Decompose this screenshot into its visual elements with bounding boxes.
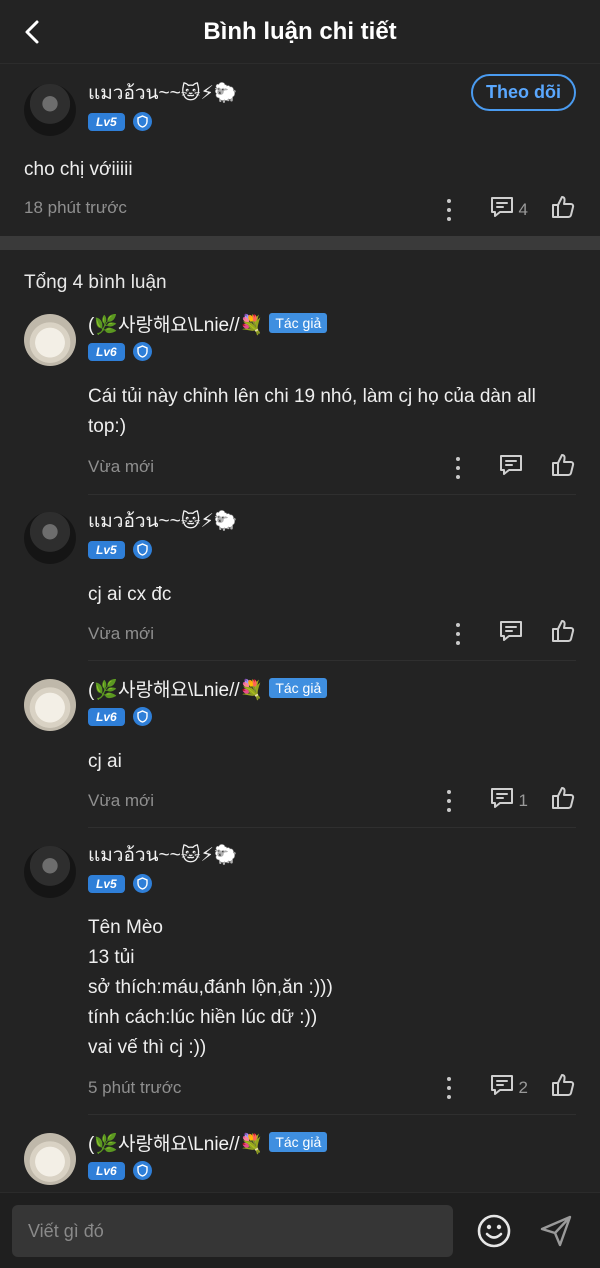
divider xyxy=(88,1114,576,1115)
comment-line: cj ai xyxy=(88,751,122,772)
comment-time: Vừa mới xyxy=(88,624,154,643)
divider xyxy=(88,660,576,661)
username[interactable]: แมวอ้วน~~🐱⚡🐑 xyxy=(88,506,238,536)
reply-count: 1 xyxy=(518,790,528,810)
section-divider xyxy=(0,236,600,250)
more-options-button[interactable] xyxy=(439,198,459,221)
comment-time: 18 phút trước xyxy=(24,198,127,217)
reply-button[interactable] xyxy=(498,618,528,649)
comment-line: Cái tủi này chỉnh lên chi 19 nhó, làm cj… xyxy=(88,386,536,407)
comment-composer xyxy=(0,1192,600,1268)
level-badge: Lv6 xyxy=(88,707,125,726)
shield-icon xyxy=(132,540,152,559)
divider xyxy=(88,827,576,828)
comment-line: 13 tủi xyxy=(88,947,135,968)
comment-icon xyxy=(489,1072,515,1103)
author-badge: Tác giả xyxy=(269,313,328,333)
level-badge: Lv5 xyxy=(88,874,125,893)
author-badge: Tác giả xyxy=(269,678,328,698)
reply-button[interactable]: 1 xyxy=(489,785,528,816)
like-button[interactable] xyxy=(550,618,576,649)
comment-line: tính cách:lúc hiền lúc dữ :)) xyxy=(88,1007,318,1028)
more-options-button[interactable] xyxy=(439,1076,459,1099)
more-options-button[interactable] xyxy=(448,456,468,479)
avatar[interactable] xyxy=(24,84,76,136)
level-badge: Lv5 xyxy=(88,112,125,131)
more-dots-icon xyxy=(439,789,459,812)
comment-icon xyxy=(489,785,515,816)
like-icon xyxy=(550,618,576,649)
comment-text: cho chị vớiiiii xyxy=(24,159,133,180)
avatar[interactable] xyxy=(24,1133,76,1185)
comment-text: cj ai xyxy=(88,747,122,777)
comment-time: 5 phút trước xyxy=(88,1078,182,1097)
username[interactable]: แมวอ้วน~~🐱⚡🐑 xyxy=(88,78,238,108)
shield-icon xyxy=(132,112,152,131)
author-badge: Tác giả xyxy=(269,1132,328,1152)
comment-text: Tên Mèo 13 tủi sở thích:máu,đánh lộn,ăn … xyxy=(88,913,333,1063)
comment-line: top:) xyxy=(88,416,127,437)
shield-icon xyxy=(132,1161,152,1180)
more-dots-icon xyxy=(439,198,459,221)
like-button[interactable] xyxy=(550,194,576,225)
username[interactable]: แมวอ้วน~~🐱⚡🐑 xyxy=(88,840,238,870)
username[interactable]: (🌿사랑해요\Lnie//💐 xyxy=(88,675,263,702)
comment-time: Vừa mới xyxy=(88,457,154,476)
like-icon xyxy=(550,1072,576,1103)
follow-button[interactable]: Theo dõi xyxy=(471,74,576,111)
avatar[interactable] xyxy=(24,314,76,366)
send-icon[interactable] xyxy=(538,1213,574,1249)
username[interactable]: (🌿사랑해요\Lnie//💐 xyxy=(88,310,263,337)
more-dots-icon xyxy=(448,622,468,645)
comment-input[interactable] xyxy=(12,1205,453,1257)
comment-line: cj ai cx đc xyxy=(88,584,172,605)
level-badge: Lv6 xyxy=(88,1161,125,1180)
reply-count: 4 xyxy=(518,199,528,219)
back-arrow-icon[interactable] xyxy=(14,14,50,50)
more-dots-icon xyxy=(448,456,468,479)
comment-line: vai vế thì cj :)) xyxy=(88,1037,207,1058)
shield-icon xyxy=(132,707,152,726)
like-button[interactable] xyxy=(550,785,576,816)
top-bar: Bình luận chi tiết xyxy=(0,0,600,64)
comment-text: cj ai cx đc xyxy=(88,580,171,610)
level-badge: Lv5 xyxy=(88,540,125,559)
comment-icon xyxy=(489,194,515,225)
reply-button[interactable]: 4 xyxy=(489,194,528,225)
avatar[interactable] xyxy=(24,846,76,898)
avatar[interactable] xyxy=(24,679,76,731)
reply-count: 2 xyxy=(518,1077,528,1097)
comment-icon xyxy=(498,452,524,483)
like-button[interactable] xyxy=(550,1072,576,1103)
comment-line: Tên Mèo xyxy=(88,917,163,938)
like-icon xyxy=(550,452,576,483)
comment-time: Vừa mới xyxy=(88,791,154,810)
level-badge: Lv6 xyxy=(88,342,125,361)
shield-icon xyxy=(132,342,152,361)
shield-icon xyxy=(132,874,152,893)
username[interactable]: (🌿사랑해요\Lnie//💐 xyxy=(88,1129,263,1156)
avatar[interactable] xyxy=(24,512,76,564)
comment-icon xyxy=(498,618,524,649)
like-icon xyxy=(550,785,576,816)
comment-text: Cái tủi này chỉnh lên chi 19 nhó, làm cj… xyxy=(88,382,578,442)
comment-count-label: Tổng 4 bình luận xyxy=(24,272,167,293)
like-icon xyxy=(550,194,576,225)
divider xyxy=(88,494,576,495)
more-dots-icon xyxy=(439,1076,459,1099)
like-button[interactable] xyxy=(550,452,576,483)
page-title: Bình luận chi tiết xyxy=(203,17,397,45)
emoji-icon[interactable] xyxy=(476,1213,512,1249)
reply-button[interactable]: 2 xyxy=(489,1072,528,1103)
comment-line: sở thích:máu,đánh lộn,ăn :))) xyxy=(88,977,333,998)
more-options-button[interactable] xyxy=(439,789,459,812)
more-options-button[interactable] xyxy=(448,622,468,645)
reply-button[interactable] xyxy=(498,452,528,483)
